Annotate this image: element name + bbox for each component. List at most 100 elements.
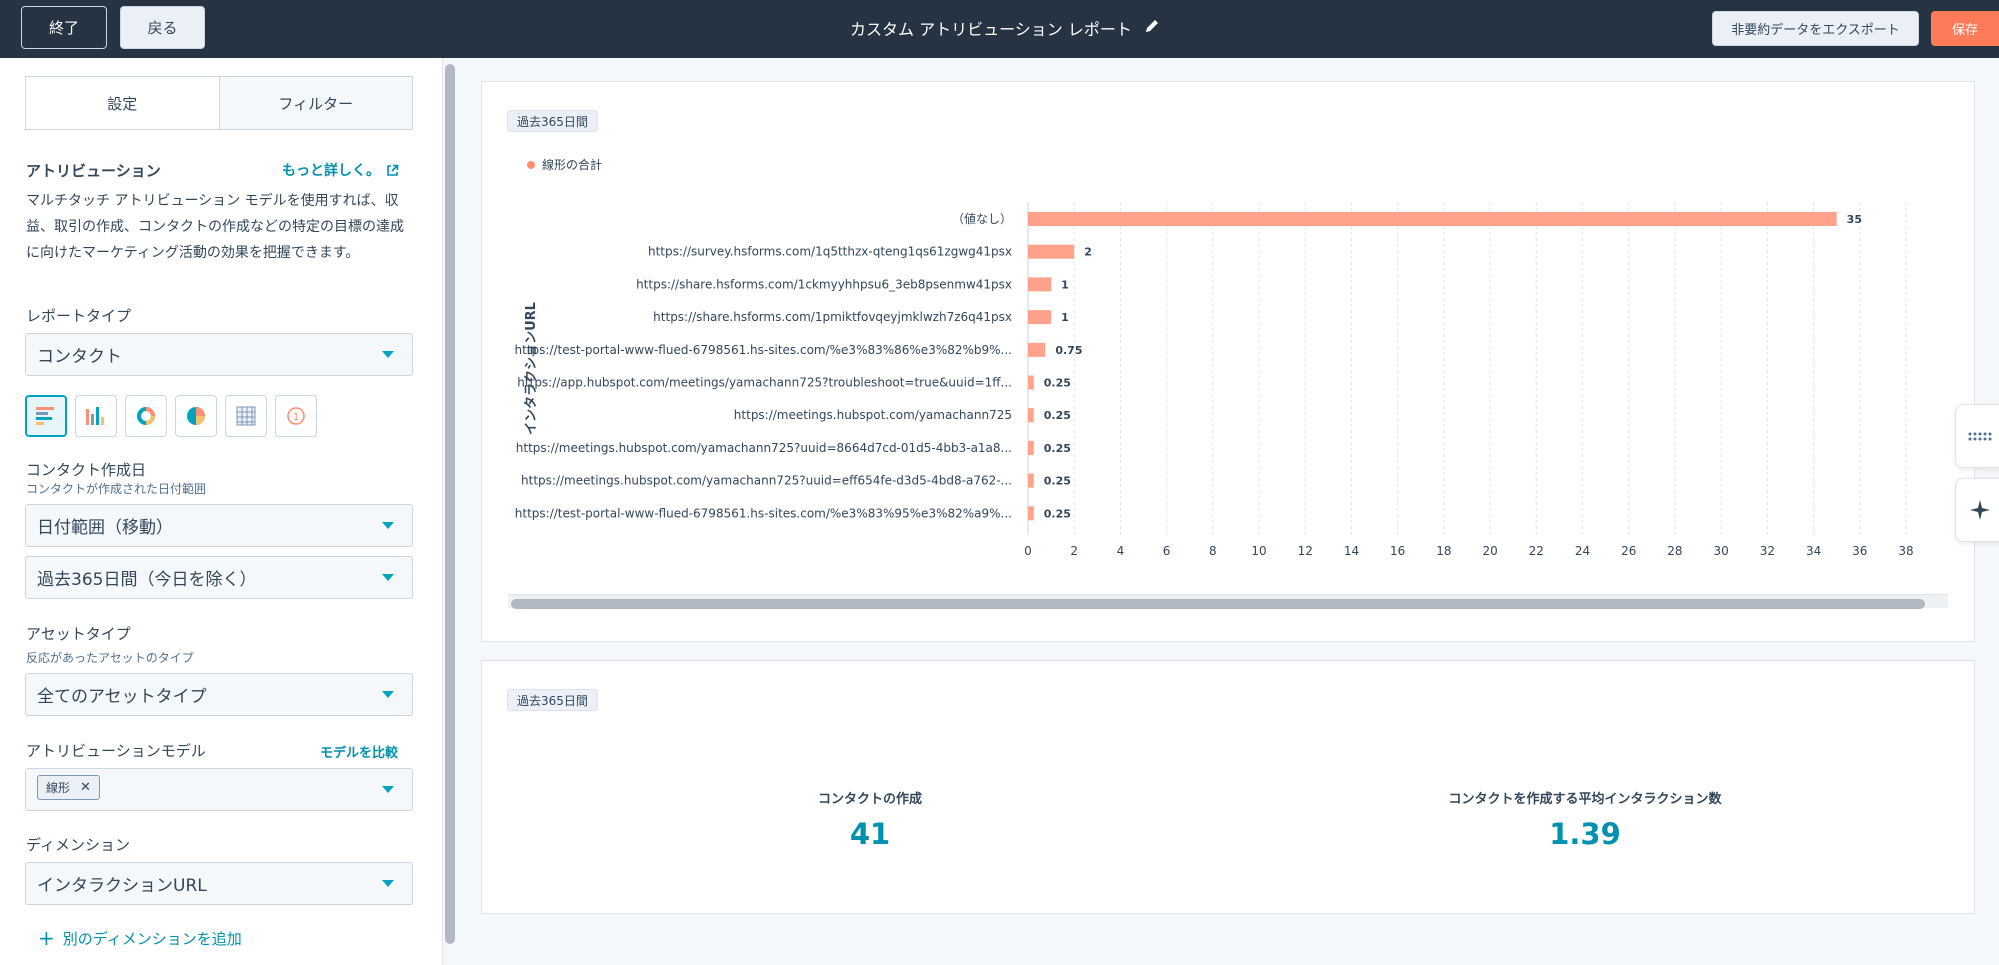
vertical-bar-icon[interactable] [75,395,117,437]
add-dimension-label: 別のディメンションを追加 [62,929,242,948]
bar [1028,277,1052,292]
x-tick-label: 0 [1024,544,1032,558]
y-category-label: https://app.hubspot.com/meetings/yamacha… [517,376,1012,390]
bar-value-label: 0.25 [1044,475,1071,488]
panel-scrollbar-thumb[interactable] [445,64,455,944]
plus-icon: + [38,926,55,950]
export-button[interactable]: 非要約データをエクスポート [1712,11,1919,46]
learn-more-link[interactable]: もっと詳しく。 [282,160,399,180]
grid-dots-icon [1968,432,1992,441]
exit-button[interactable]: 終了 [21,6,107,49]
tab-settings[interactable]: 設定 [26,77,219,129]
chevron-down-icon [382,522,394,529]
bar [1028,506,1034,521]
svg-text:1: 1 [293,412,299,423]
table-icon[interactable] [225,395,267,437]
x-tick-label: 10 [1251,544,1266,558]
tab-filters[interactable]: フィルター [218,77,412,129]
dimension-select[interactable]: インタラクションURL [25,862,413,905]
chart-hscrollbar-thumb[interactable] [511,599,1925,609]
chart-legend: 線形の合計 [527,156,602,173]
learn-more-label: もっと詳しく。 [282,163,380,179]
attribution-heading: アトリビューション [26,162,161,180]
kpi-label: コンタクトを作成する平均インタラクション数 [1448,792,1722,807]
compare-models-link[interactable]: モデルを比較 [320,742,398,761]
kpi-period-badge: 過去365日間 [507,689,598,711]
attribution-description: マルチタッチ アトリビューション モデルを使用すれば、収益、取引の作成、コンタク… [26,193,404,261]
x-tick-label: 34 [1806,544,1821,558]
x-tick-label: 2 [1070,544,1078,558]
asset-type-label: アセットタイプ [26,625,131,643]
report-type-select[interactable]: コンタクト [25,333,413,376]
contact-created-sublabel: コンタクトが作成された日付範囲 [26,482,207,496]
close-icon[interactable]: ✕ [80,780,91,795]
grid-tool-button[interactable] [1955,404,1999,468]
report-title: カスタム アトリビューション レポート [850,20,1132,39]
legend-label: 線形の合計 [542,158,603,172]
y-axis-title: インタラクションURL [524,302,539,435]
bar-chart: 0 2 4 6 8 10 12 14 16 18 20 22 24 26 28 30 32 34 36 38（値なし）… [515,202,1914,558]
chart-type-picker: 1 [25,395,317,437]
bar [1028,244,1075,259]
add-dimension-button[interactable]: + 別のディメンションを追加 [38,926,242,950]
date-range-select[interactable]: 過去365日間（今日を除く） [25,556,413,599]
y-category-label: https://meetings.hubspot.com/yamachann72… [521,474,1012,488]
bar-value-label: 0.25 [1044,442,1071,455]
chevron-down-icon [382,574,394,581]
dimension-label: ディメンション [26,836,130,854]
x-tick-label: 36 [1852,544,1867,558]
y-category-label: https://meetings.hubspot.com/yamachann72… [516,441,1012,455]
y-category-label: https://test-portal-www-flued-6798561.hs… [515,343,1012,357]
date-range-type-select[interactable]: 日付範囲（移動） [25,504,413,547]
kpi-value: 1.39 [1549,817,1621,851]
x-tick-label: 32 [1760,544,1775,558]
y-category-label: （値なし） [952,211,1012,226]
save-button[interactable]: 保存 [1931,11,1999,46]
bar-value-label: 35 [1847,213,1862,226]
bar [1028,440,1034,455]
x-tick-label: 24 [1575,544,1590,558]
contact-created-label: コンタクト作成日 [26,461,147,479]
bar [1028,310,1052,325]
kpi-contacts-created: コンタクトの作成 41 [770,788,970,851]
back-button[interactable]: 戻る [120,6,205,49]
model-tag-label: 線形 [46,781,71,795]
asset-type-sublabel: 反応があったアセットのタイプ [26,651,194,665]
x-tick-label: 6 [1163,544,1171,558]
bar-value-label: 0.25 [1044,507,1071,520]
pie-icon[interactable] [175,395,217,437]
kpi-label: コンタクトの作成 [817,792,922,807]
bar [1028,212,1837,226]
chevron-down-icon [382,880,394,887]
sparkle-icon [1970,500,1990,520]
bar-value-label: 0.25 [1044,409,1071,422]
attribution-model-label: アトリビューションモデル [26,742,206,760]
horizontal-bar-icon[interactable] [25,395,67,437]
y-category-label: https://share.hsforms.com/1ckmyyhhpsu6_3… [636,277,1012,291]
donut-icon[interactable] [125,395,167,437]
bar-value-label: 2 [1084,246,1092,259]
chevron-down-icon [382,786,394,793]
x-tick-label: 18 [1436,544,1451,558]
kpi-avg-interactions: コンタクトを作成する平均インタラクション数 1.39 [1390,788,1780,851]
ai-assistant-button[interactable] [1955,478,1999,542]
legend-swatch [527,160,535,169]
x-tick-label: 12 [1298,544,1313,558]
report-title-group: カスタム アトリビューション レポート [850,14,1160,42]
bar-value-label: 1 [1061,278,1069,291]
x-tick-label: 4 [1117,544,1125,558]
kpi-icon[interactable]: 1 [275,395,317,437]
asset-type-select[interactable]: 全てのアセットタイプ [25,673,413,716]
bar [1028,473,1034,488]
model-tag: 線形 ✕ [37,775,100,800]
kpi-card [481,660,1975,914]
y-category-label: https://meetings.hubspot.com/yamachann72… [734,408,1012,422]
external-link-icon [387,164,399,176]
bar-value-label: 1 [1061,311,1069,324]
x-tick-label: 26 [1621,544,1636,558]
settings-panel: 設定 フィルター アトリビューション もっと詳しく。 マルチタッチ アトリビュー… [0,58,442,965]
bar-value-label: 0.75 [1055,344,1082,357]
edit-title-icon[interactable] [1144,18,1160,38]
chevron-down-icon [382,351,394,358]
y-category-label: https://test-portal-www-flued-6798561.hs… [515,506,1012,520]
